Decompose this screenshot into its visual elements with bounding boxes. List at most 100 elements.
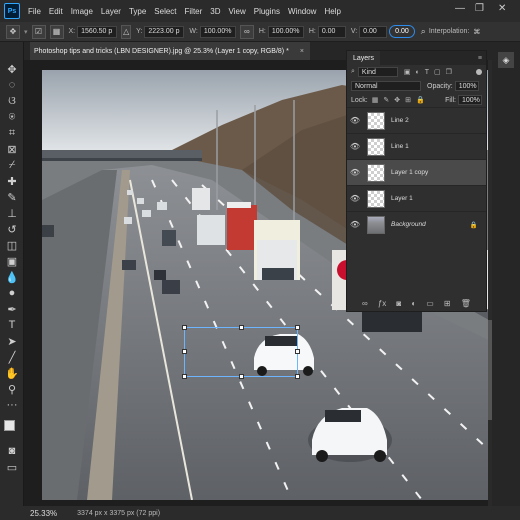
clone-stamp-icon[interactable]: ⊥ [5, 206, 19, 220]
layer-row[interactable]: 👁 Line 2 [347, 107, 486, 133]
frame-tool-icon[interactable]: ⊠ [5, 142, 19, 156]
eyedropper-tool-icon[interactable]: ⌿ [5, 158, 19, 172]
menu-layer[interactable]: Layer [97, 7, 125, 16]
dodge-tool-icon[interactable]: ● [5, 286, 19, 300]
path-select-icon[interactable]: ➤ [5, 334, 19, 348]
visibility-eye-icon[interactable]: 👁 [347, 116, 363, 125]
zoom-level[interactable]: 25.33% [30, 509, 57, 518]
blur-tool-icon[interactable]: 💧 [5, 270, 19, 284]
brush-tool-icon[interactable]: ✎ [5, 190, 19, 204]
filter-kind-select[interactable]: Kind [357, 67, 398, 77]
tool-preset-chevron-icon[interactable]: ▾ [24, 28, 28, 36]
reference-point-icon[interactable]: ▦ [49, 24, 64, 39]
new-layer-icon[interactable]: ⊞ [444, 299, 451, 308]
layer-row[interactable]: 👁 Layer 1 [347, 185, 486, 211]
menu-select[interactable]: Select [150, 7, 180, 16]
link-aspect-icon[interactable]: ∞ [239, 24, 254, 39]
pen-tool-icon[interactable]: ✒ [5, 302, 19, 316]
layer-name[interactable]: Background [391, 221, 426, 228]
layers-tab[interactable]: Layers [347, 51, 381, 65]
add-mask-icon[interactable]: ◙ [396, 299, 401, 308]
transform-handle[interactable] [239, 325, 244, 330]
search-icon[interactable]: ⌕ [421, 26, 426, 37]
layer-name[interactable]: Layer 1 copy [391, 169, 428, 176]
link-layers-icon[interactable]: ∞ [362, 299, 368, 308]
gradient-tool-icon[interactable]: ▣ [5, 254, 19, 268]
layer-name[interactable]: Layer 1 [391, 195, 413, 202]
width-input[interactable]: 100.00% [199, 25, 236, 38]
filter-toggle-icon[interactable] [476, 69, 482, 75]
interpolation-label[interactable]: Interpolation: [429, 28, 469, 35]
transform-handle[interactable] [182, 374, 187, 379]
panel-menu-icon[interactable]: ≡ [478, 55, 482, 62]
transform-handle[interactable] [182, 349, 187, 354]
h-skew-input[interactable]: 0.00 [317, 25, 346, 38]
maximize-icon[interactable]: ❐ [475, 3, 484, 14]
visibility-eye-icon[interactable]: 👁 [347, 220, 363, 229]
new-group-icon[interactable]: ▭ [426, 299, 434, 308]
menu-filter[interactable]: Filter [181, 7, 207, 16]
menu-3d[interactable]: 3D [206, 7, 224, 16]
menu-edit[interactable]: Edit [45, 7, 67, 16]
close-window-icon[interactable]: ✕ [498, 3, 506, 14]
menu-file[interactable]: File [24, 7, 45, 16]
menu-view[interactable]: View [225, 7, 250, 16]
type-tool-icon[interactable]: T [5, 318, 19, 332]
transform-handle[interactable] [295, 325, 300, 330]
height-input[interactable]: 100.00% [267, 25, 304, 38]
menu-window[interactable]: Window [284, 7, 320, 16]
reference-point-checkbox[interactable]: ☑ [31, 24, 46, 39]
fill-input[interactable]: 100% [458, 95, 482, 105]
relative-position-icon[interactable]: △ [121, 24, 132, 39]
layer-row[interactable]: 👁 Line 1 [347, 133, 486, 159]
blend-mode-select[interactable]: Normal [351, 81, 421, 91]
screen-mode-icon[interactable]: ▭ [5, 460, 19, 474]
quick-select-tool-icon[interactable]: ⍟ [5, 110, 19, 124]
eraser-tool-icon[interactable]: ◫ [5, 238, 19, 252]
hand-tool-icon[interactable]: ✋ [5, 366, 19, 380]
move-tool-icon[interactable]: ✥ [5, 62, 19, 76]
foreground-color-swatch[interactable] [4, 420, 15, 431]
marquee-tool-icon[interactable]: ◌ [5, 78, 19, 92]
document-info[interactable]: 3374 px x 3375 px (72 ppi) [77, 510, 160, 517]
close-tab-icon[interactable]: × [300, 48, 304, 55]
transform-bounding-box[interactable] [182, 325, 300, 379]
layer-name[interactable]: Line 2 [391, 117, 409, 124]
y-input[interactable]: 2223.00 p [144, 25, 185, 38]
zoom-tool-icon[interactable]: ⚲ [5, 382, 19, 396]
layer-row[interactable]: 👁 Background 🔒 [347, 211, 486, 237]
menu-plugins[interactable]: Plugins [250, 7, 284, 16]
menu-type[interactable]: Type [125, 7, 150, 16]
transform-handle[interactable] [295, 374, 300, 379]
line-tool-icon[interactable]: ╱ [5, 350, 19, 364]
transform-handle[interactable] [182, 325, 187, 330]
transform-handle[interactable] [295, 349, 300, 354]
document-tab[interactable]: Photoshop tips and tricks (LBN DESIGNER)… [30, 42, 310, 60]
layer-name[interactable]: Line 1 [391, 143, 409, 150]
adjustment-layer-icon[interactable]: ◐ [411, 299, 416, 308]
quick-mask-icon[interactable]: ◙ [5, 444, 19, 458]
angle-input[interactable]: 0.00 [389, 25, 415, 38]
opacity-input[interactable]: 100% [454, 81, 479, 91]
visibility-eye-icon[interactable]: 👁 [347, 142, 363, 151]
move-tool-icon[interactable]: ✥ [6, 24, 20, 39]
minimize-icon[interactable]: — [455, 3, 465, 14]
healing-brush-icon[interactable]: ✚ [5, 174, 19, 188]
filter-type-icons[interactable]: ▣◐T▢❐ [404, 68, 457, 76]
transform-handle[interactable] [239, 374, 244, 379]
visibility-eye-icon[interactable]: 👁 [347, 168, 363, 177]
lasso-tool-icon[interactable]: ଓ [5, 94, 19, 108]
more-tools-icon[interactable]: ··· [5, 398, 19, 412]
crop-tool-icon[interactable]: ⌗ [5, 126, 19, 140]
delete-layer-icon[interactable]: 🗑 [461, 299, 471, 308]
x-input[interactable]: 1560.50 p [77, 25, 118, 38]
v-skew-input[interactable]: 0.00 [359, 25, 388, 38]
layers-panel-icon[interactable]: ◈ [498, 52, 514, 68]
lock-options-icons[interactable]: ▦✎✥⊞🔒 [372, 96, 430, 104]
warp-icon[interactable]: ⌘ [473, 28, 480, 36]
history-brush-icon[interactable]: ↺ [5, 222, 19, 236]
layer-row-selected[interactable]: 👁 Layer 1 copy [347, 159, 486, 185]
menu-help[interactable]: Help [320, 7, 344, 16]
visibility-eye-icon[interactable]: 👁 [347, 194, 363, 203]
menu-image[interactable]: Image [67, 7, 97, 16]
